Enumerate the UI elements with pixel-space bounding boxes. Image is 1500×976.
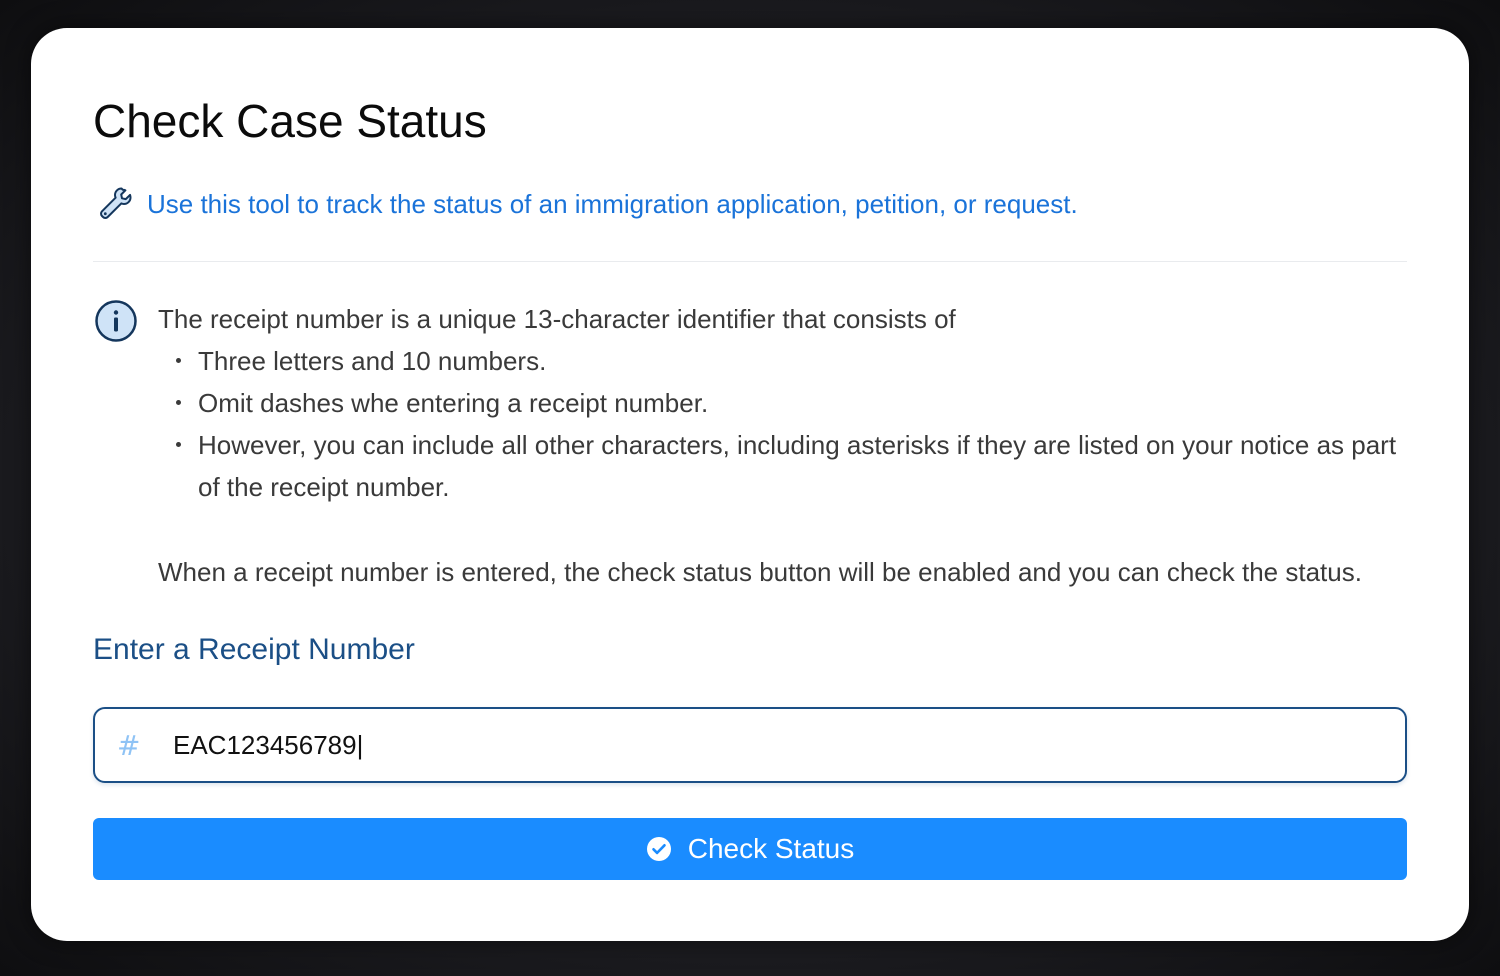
- case-status-card: Check Case Status Use this tool to track…: [31, 28, 1469, 941]
- list-item: Omit dashes whe entering a receipt numbe…: [176, 382, 1408, 424]
- check-circle-icon: [646, 837, 671, 861]
- bullet-text: However, you can include all other chara…: [198, 430, 1397, 502]
- receipt-input-field[interactable]: #: [93, 707, 1407, 783]
- bullet-dot: [176, 400, 181, 405]
- receipt-info: The receipt number is a unique 13-charac…: [158, 298, 1408, 593]
- screenshot-backdrop: Check Case Status Use this tool to track…: [0, 0, 1500, 976]
- info-icon: [95, 300, 137, 342]
- bullet-text: Omit dashes whe entering a receipt numbe…: [198, 388, 709, 418]
- check-status-button[interactable]: Check Status: [93, 818, 1407, 880]
- list-item: Three letters and 10 numbers.: [176, 340, 1408, 382]
- bullet-text: Three letters and 10 numbers.: [198, 346, 547, 376]
- page-title: Check Case Status: [93, 95, 487, 147]
- bullet-dot: [176, 358, 181, 363]
- hash-icon: #: [117, 728, 141, 762]
- info-bullet-list: Three letters and 10 numbers. Omit dashe…: [158, 340, 1408, 508]
- check-status-label: Check Status: [687, 833, 855, 864]
- receipt-number-label: Enter a Receipt Number: [93, 633, 415, 666]
- intro-row: Use this tool to track the status of an …: [95, 184, 1078, 224]
- info-note-text: When a receipt number is entered, the ch…: [158, 557, 1362, 587]
- receipt-number-input[interactable]: [171, 714, 1375, 776]
- section-divider: [93, 261, 1407, 262]
- bullet-dot: [176, 442, 181, 447]
- info-lead-text: The receipt number is a unique 13-charac…: [158, 304, 956, 334]
- wrench-icon: [100, 187, 132, 219]
- intro-text: Use this tool to track the status of an …: [147, 189, 1078, 219]
- list-item: However, you can include all other chara…: [176, 424, 1408, 508]
